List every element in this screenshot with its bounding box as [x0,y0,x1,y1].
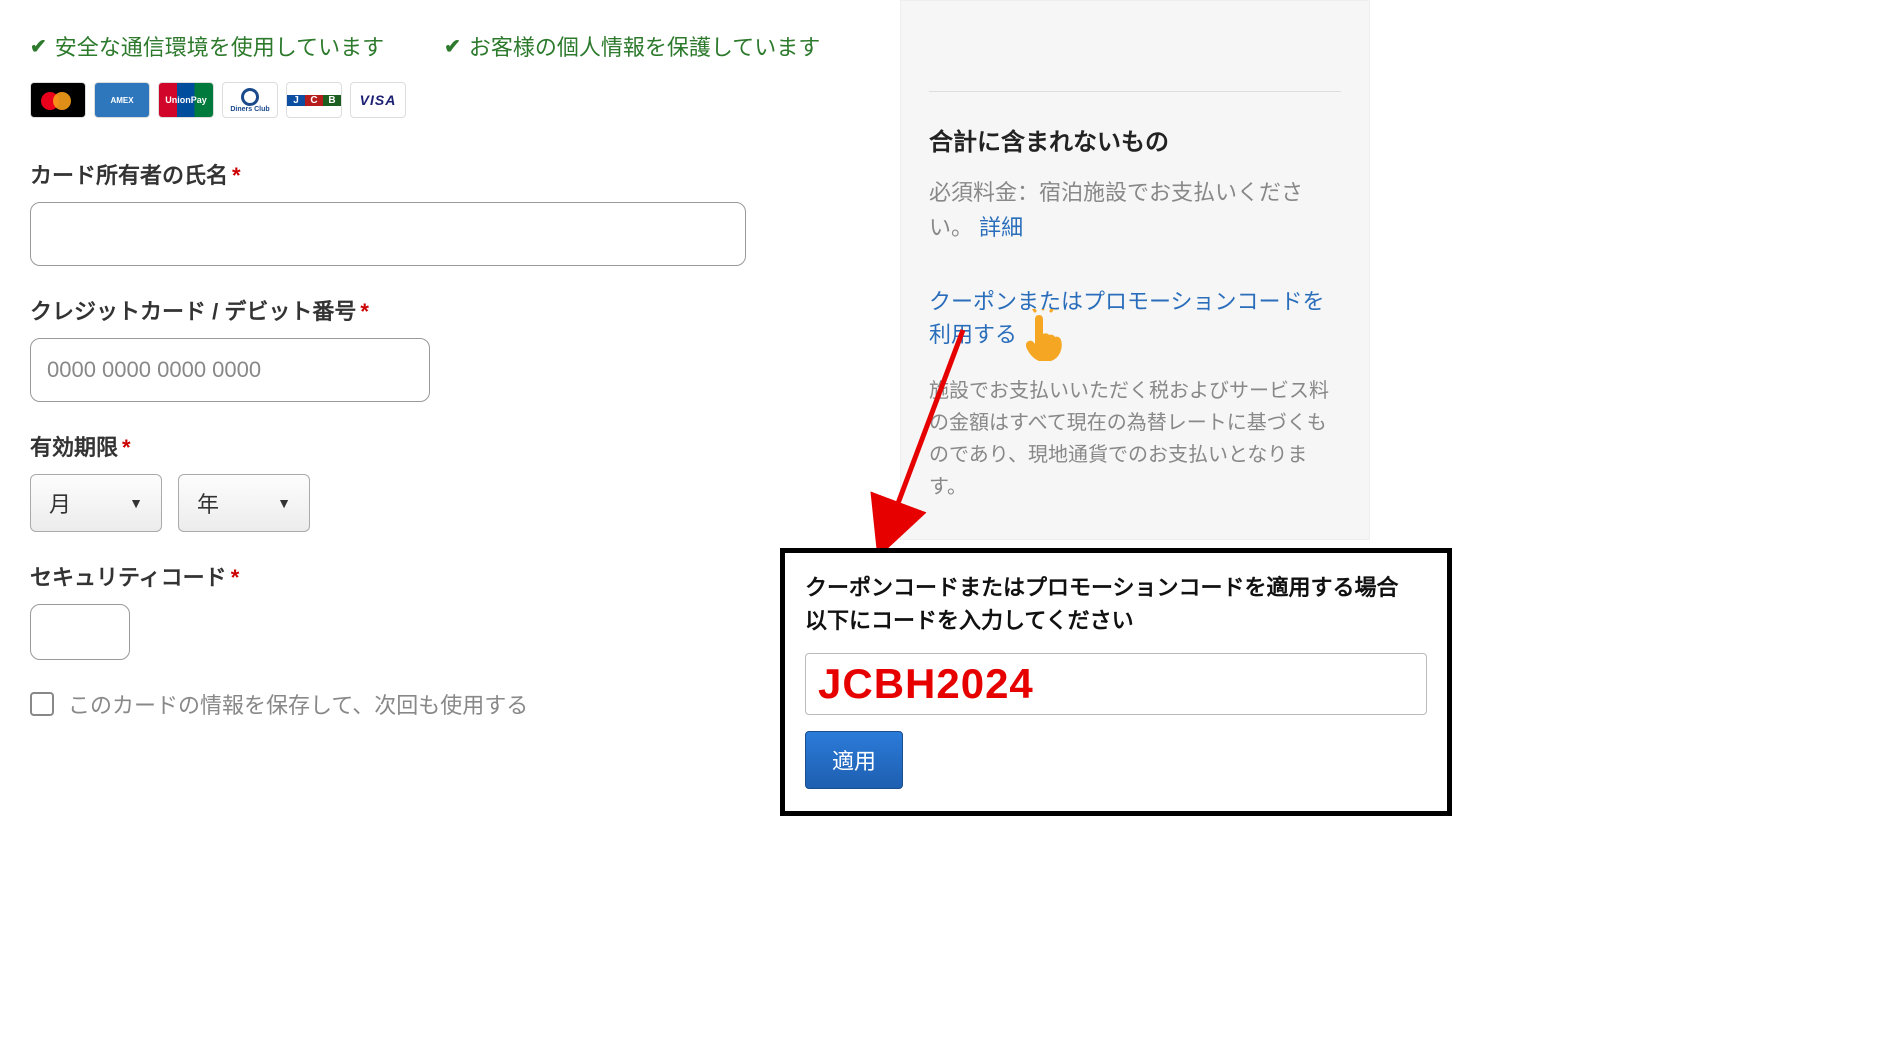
check-icon: ✔ [30,34,47,59]
details-link[interactable]: 詳細 [979,215,1023,240]
required-fee-text: 必須料金：宿泊施設でお支払いください。 詳細 [929,175,1341,245]
coupon-code-input[interactable] [805,653,1427,715]
mastercard-icon [30,82,86,118]
unionpay-icon: UnionPay [158,82,214,118]
coupon-link[interactable]: クーポンまたはプロモーションコードを利用する [929,285,1341,351]
cvv-input[interactable] [30,604,130,660]
excluded-title: 合計に含まれないもの [929,122,1341,157]
privacy-text: お客様の個人情報を保護しています [469,30,820,62]
expiry-year-select[interactable]: 年 ▼ [178,474,310,532]
cardnumber-label: クレジットカード / デビット番号* [30,294,930,326]
cardholder-label: カード所有者の氏名* [30,158,930,190]
exchange-disclaimer: 施設でお支払いいただく税およびサービス料の金額はすべて現在の為替レートに基づくも… [929,375,1341,503]
cardnumber-input[interactable] [30,338,430,402]
secure-comm-notice: ✔ 安全な通信環境を使用しています [30,30,384,62]
summary-sidebar: 合計に含まれないもの 必須料金：宿泊施設でお支払いください。 詳細 クーポンまた… [900,0,1370,540]
visa-icon: VISA [350,82,406,118]
check-icon: ✔ [444,34,461,59]
pointer-hand-icon [1019,309,1069,363]
apply-coupon-button[interactable]: 適用 [805,731,903,789]
coupon-callout: クーポンコードまたはプロモーションコードを適用する場合 以下にコードを入力してく… [780,548,1452,816]
privacy-notice: ✔ お客様の個人情報を保護しています [444,30,820,62]
chevron-down-icon: ▼ [129,495,143,511]
expiry-label: 有効期限* [30,430,930,462]
save-card-checkbox[interactable] [30,692,54,716]
chevron-down-icon: ▼ [277,495,291,511]
secure-comm-text: 安全な通信環境を使用しています [55,30,384,62]
diners-icon: Diners Club [222,82,278,118]
cardholder-input[interactable] [30,202,746,266]
jcb-icon: JCB [286,82,342,118]
card-brand-logos: AMEX UnionPay Diners Club JCB VISA [30,82,930,118]
expiry-month-select[interactable]: 月 ▼ [30,474,162,532]
save-card-label: このカードの情報を保存して、次回も使用する [68,688,528,720]
amex-icon: AMEX [94,82,150,118]
coupon-heading: クーポンコードまたはプロモーションコードを適用する場合 以下にコードを入力してく… [805,571,1427,637]
